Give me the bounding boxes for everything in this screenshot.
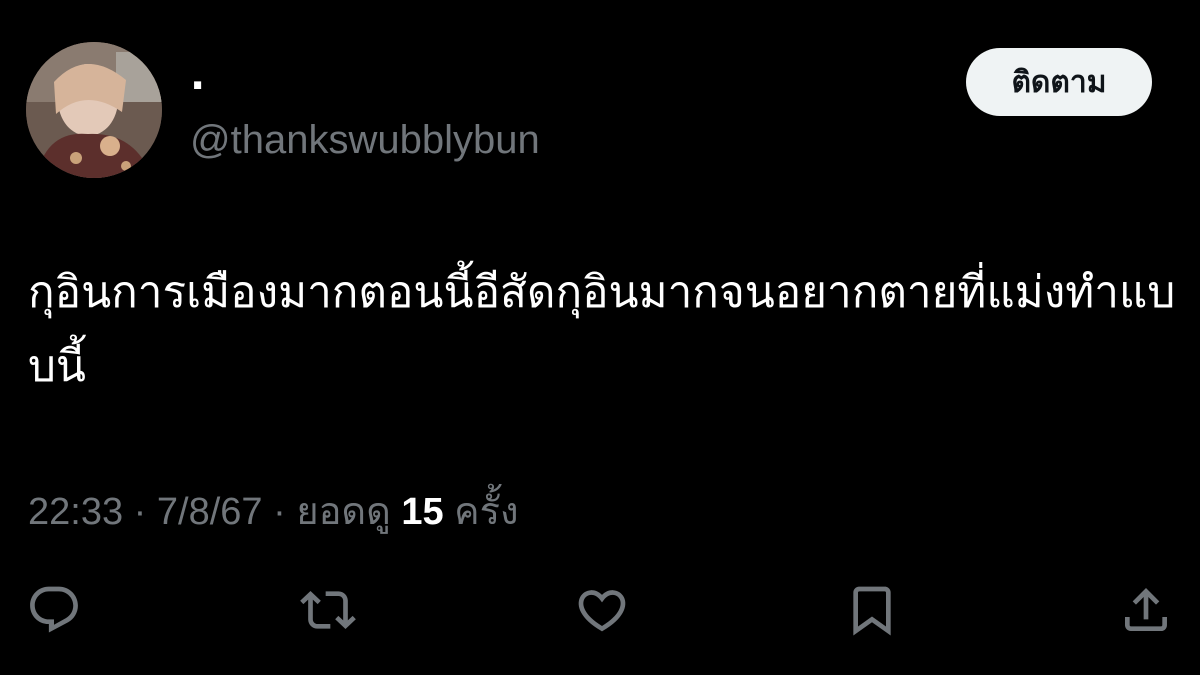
tweet-text: กุอินการเมืองมากตอนนี้อีสัดกุอินมากจนอยา… [28,267,1176,392]
meta-separator: · [262,491,297,533]
retweet-button[interactable] [298,580,358,640]
avatar[interactable] [26,42,162,178]
meta-separator: · [123,491,157,533]
tweet-date[interactable]: 7/8/67 [157,491,263,533]
retweet-icon [300,591,356,629]
follow-button[interactable]: ติดตาม [966,48,1152,116]
bookmark-button[interactable] [842,580,902,640]
share-icon [1125,588,1167,631]
display-name[interactable]: · [190,62,205,110]
views-count: 15 [401,491,444,533]
like-button[interactable] [572,580,632,640]
user-handle[interactable]: @thankswubblybun [190,114,540,166]
action-bar [0,580,1200,640]
reply-icon [30,586,78,633]
heart-icon [578,590,626,632]
reply-button[interactable] [24,580,84,640]
avatar-photo [26,42,162,178]
tweet-time[interactable]: 22:33 [28,491,123,533]
bookmark-icon [853,586,891,636]
views-unit: ครั้ง [454,491,519,533]
views-label: ยอดดู [296,491,391,533]
tweet-meta: 22:33 · 7/8/67 · ยอดดู 15 ครั้ง [28,486,519,538]
share-button[interactable] [1116,580,1176,640]
